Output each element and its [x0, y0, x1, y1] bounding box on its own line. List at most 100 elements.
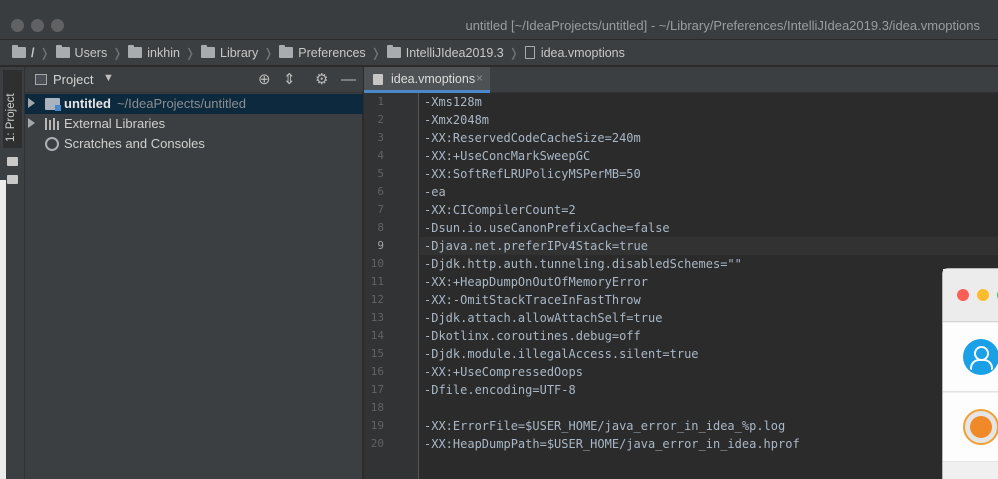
breadcrumb-separator-icon: ❭: [370, 45, 381, 60]
tree-item-label: untitled ~/IdeaProjects/untitled: [64, 96, 246, 111]
tab-idea-vmoptions[interactable]: idea.vmoptions ×: [364, 67, 490, 93]
chevron-right-icon[interactable]: [28, 118, 35, 128]
chevron-down-icon[interactable]: ▼: [103, 72, 114, 84]
breadcrumb-item[interactable]: Preferences ❭: [279, 45, 386, 60]
tree-item[interactable]: External Libraries: [25, 114, 363, 134]
close-window-button[interactable]: [11, 19, 24, 32]
overlapping-window-titlebar: [943, 269, 998, 322]
file-icon: [373, 74, 383, 85]
project-tool-tab-label: 1: Project: [5, 93, 17, 142]
avatar: [963, 409, 998, 445]
line-number: 12: [370, 293, 384, 306]
line-number: 7: [377, 203, 384, 216]
libraries-icon: [45, 118, 60, 130]
line-number: 9: [377, 239, 384, 252]
breadcrumb-label: inkhin: [147, 45, 180, 60]
breadcrumb-item[interactable]: Library ❭: [201, 45, 279, 60]
code-line[interactable]: -Dkotlinx.coroutines.debug=off: [424, 329, 641, 343]
line-number: 2: [377, 113, 384, 126]
code-line[interactable]: -ea: [424, 185, 446, 199]
breadcrumb-label: /: [31, 45, 35, 60]
file-icon: [524, 46, 535, 59]
code-line[interactable]: -Dsun.io.useCanonPrefixCache=false: [424, 221, 670, 235]
module-folder-icon: [45, 98, 61, 111]
breadcrumb-label: Library: [220, 45, 259, 60]
project-tree: untitled ~/IdeaProjects/untitled External …: [25, 93, 363, 479]
tree-item[interactable]: Scratches and Consoles: [25, 134, 363, 154]
title-bar[interactable]: untitled [~/IdeaProjects/untitled] - ~/L…: [0, 0, 998, 40]
line-number: 10: [370, 257, 384, 270]
breadcrumb-label: Preferences: [298, 45, 366, 60]
folder-icon[interactable]: [7, 175, 18, 184]
code-line[interactable]: -XX:-OmitStackTraceInFastThrow: [424, 293, 641, 307]
code-line[interactable]: -XX:ErrorFile=$USER_HOME/java_error_in_i…: [424, 419, 785, 433]
line-number: 18: [370, 401, 384, 414]
tree-item-name: External Libraries: [64, 116, 166, 131]
collapse-all-icon[interactable]: ⇕: [283, 71, 296, 88]
code-line[interactable]: -Djdk.module.illegalAccess.silent=true: [424, 347, 699, 361]
code-line[interactable]: -XX:+UseCompressedOops: [424, 365, 583, 379]
breadcrumb-label: IntelliJIdea2019.3: [405, 45, 504, 60]
breadcrumb-item[interactable]: Users ❭: [55, 45, 129, 60]
code-line[interactable]: -XX:+UseConcMarkSweepGC: [424, 149, 590, 163]
breadcrumb-item[interactable]: inkhin ❭: [128, 45, 201, 60]
tree-item-label: Scratches and Consoles: [64, 136, 205, 151]
code-line[interactable]: -Xms128m: [424, 95, 482, 109]
folder-icon[interactable]: [7, 157, 18, 166]
ide-window: untitled [~/IdeaProjects/untitled] - ~/L…: [0, 0, 998, 479]
tab-label: idea.vmoptions: [391, 72, 476, 86]
code-line[interactable]: -XX:ReservedCodeCacheSize=240m: [424, 131, 641, 145]
line-number-gutter[interactable]: 1 2 3 4 5 6 7 8 9 10 11 12 13 14 15 16 17 18 19 20: [364, 93, 419, 479]
line-number: 11: [370, 275, 384, 288]
line-number: 17: [370, 383, 384, 396]
line-number: 1: [377, 95, 384, 108]
folder-icon: [12, 45, 26, 58]
line-number: 14: [370, 329, 384, 342]
code-line[interactable]: -Xmx2048m: [424, 113, 489, 127]
breadcrumb-item[interactable]: idea.vmoptions: [524, 45, 625, 60]
minimize-window-button[interactable]: [31, 19, 44, 32]
code-line[interactable]: -XX:CICompilerCount=2: [424, 203, 576, 217]
line-number: 8: [377, 221, 384, 234]
project-tool-tab[interactable]: 1: Project: [3, 70, 22, 148]
list-item[interactable]: [943, 323, 998, 392]
minimize-icon[interactable]: —: [341, 71, 356, 88]
minimize-window-button[interactable]: [977, 289, 989, 301]
zoom-window-button[interactable]: [51, 19, 64, 32]
folder-icon: [201, 45, 215, 58]
tree-item[interactable]: untitled ~/IdeaProjects/untitled: [25, 94, 363, 114]
code-editor[interactable]: 1 2 3 4 5 6 7 8 9 10 11 12 13 14 15 16 17 18 19 20 -Xms128m…: [364, 93, 998, 479]
list-item[interactable]: [943, 393, 998, 462]
breadcrumb-separator-icon: ❭: [39, 45, 50, 60]
code-line[interactable]: -Djdk.http.auth.tunneling.disabledScheme…: [424, 257, 742, 271]
contacts-icon: [963, 339, 998, 375]
tree-item-name: Scratches and Consoles: [64, 136, 205, 151]
code-line[interactable]: -Djdk.attach.allowAttachSelf=true: [424, 311, 662, 325]
line-number: 3: [377, 131, 384, 144]
code-line[interactable]: -XX:+HeapDumpOnOutOfMemoryError: [424, 275, 648, 289]
code-line[interactable]: -Djava.net.preferIPv4Stack=true: [424, 239, 648, 253]
folder-icon: [279, 45, 294, 58]
project-view-selector[interactable]: Project: [53, 72, 93, 87]
tree-item-path: ~/IdeaProjects/untitled: [116, 96, 246, 111]
background-window-edge: [0, 180, 6, 479]
close-tab-icon[interactable]: ×: [476, 71, 483, 85]
code-line[interactable]: -XX:SoftRefLRUPolicyMSPerMB=50: [424, 167, 641, 181]
code-line[interactable]: -XX:HeapDumpPath=$USER_HOME/java_error_i…: [424, 437, 800, 451]
folder-icon: [55, 45, 70, 58]
target-icon[interactable]: ⊕: [258, 71, 271, 88]
gear-icon[interactable]: ⚙: [315, 71, 328, 88]
line-number: 6: [377, 185, 384, 198]
code-line[interactable]: -Dfile.encoding=UTF-8: [424, 383, 576, 397]
tree-item-name: untitled: [64, 96, 111, 111]
line-number: 20: [370, 437, 384, 450]
line-number: 13: [370, 311, 384, 324]
breadcrumb-label: idea.vmoptions: [540, 45, 625, 60]
breadcrumb-item[interactable]: / ❭: [12, 45, 56, 60]
close-window-button[interactable]: [957, 289, 969, 301]
breadcrumb-item[interactable]: IntelliJIdea2019.3 ❭: [386, 45, 525, 60]
breadcrumb-separator-icon: ❭: [184, 45, 195, 60]
scratches-icon: [45, 137, 59, 151]
overlapping-app-window[interactable]: [942, 268, 998, 479]
chevron-right-icon[interactable]: [28, 98, 35, 108]
